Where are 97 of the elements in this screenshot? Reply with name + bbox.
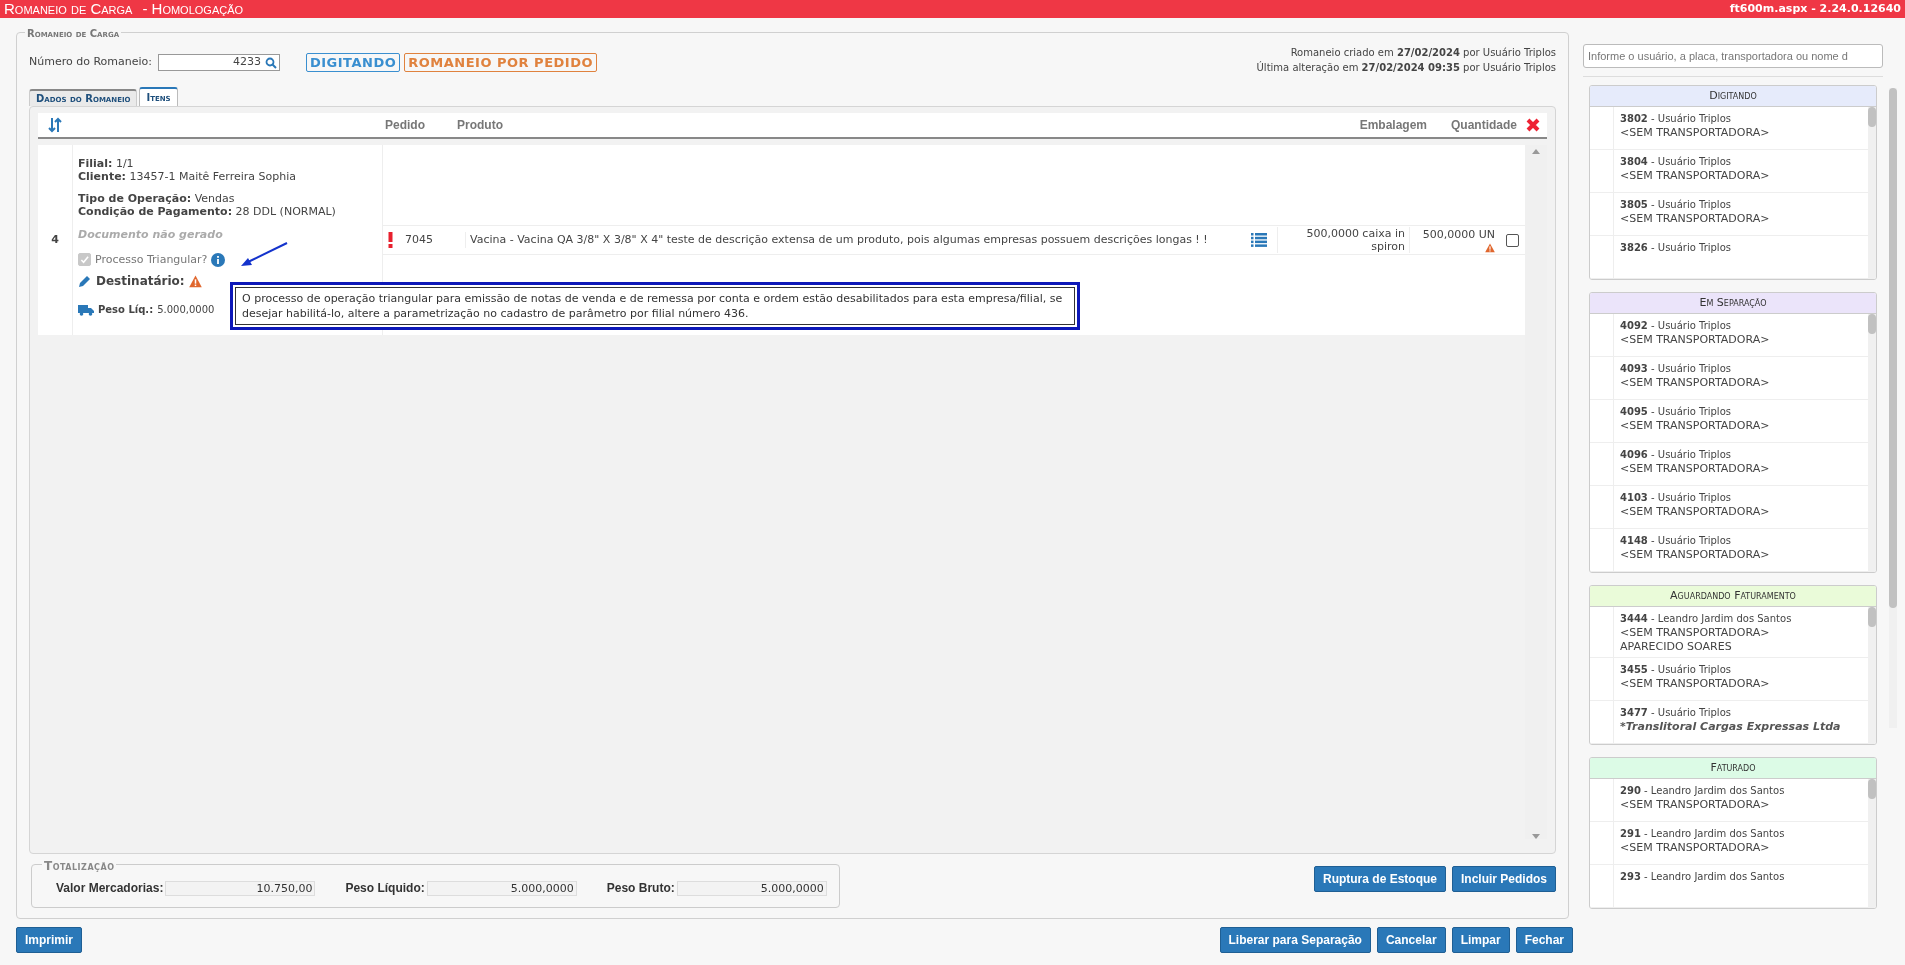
list-icon[interactable]: [1251, 233, 1267, 247]
packaging-cell: 500,0000 caixa in spiron: [1277, 227, 1409, 253]
scrollbar[interactable]: [1868, 314, 1876, 572]
item-title: 4092 - Usuário Triplos: [1620, 319, 1732, 333]
action-button[interactable]: Cancelar: [1376, 927, 1446, 953]
arrow-annotation: [240, 242, 288, 268]
tab[interactable]: Itens: [139, 87, 178, 106]
panel-header: Em Separação: [1590, 293, 1876, 314]
number-field[interactable]: 4233: [157, 54, 280, 71]
warning-icon: [188, 274, 202, 288]
weight-label: Peso Líq.:: [98, 303, 154, 317]
truck-icon: [78, 303, 94, 316]
delete-icon[interactable]: [1525, 117, 1541, 133]
item-line: <SEM TRANSPORTADORA>: [1620, 505, 1770, 519]
action-button[interactable]: Incluir Pedidos: [1452, 866, 1556, 892]
status-badge: ROMANEIO POR PEDIDO: [404, 53, 597, 72]
panel-header: Digitando: [1590, 86, 1876, 107]
item-title: 4096 - Usuário Triplos: [1620, 448, 1732, 462]
item-line: <SEM TRANSPORTADORA>: [1620, 126, 1770, 140]
column-header: Produto: [456, 117, 504, 134]
item-title: 3802 - Usuário Triplos: [1620, 112, 1732, 126]
scrollbar[interactable]: [1868, 607, 1876, 744]
window-title: Romaneio de Carga: [4, 0, 133, 19]
document-status: Documento não gerado: [78, 227, 224, 243]
detail-text: Condição de Pagamento: 28 DDL (NORMAL): [78, 205, 337, 218]
total-label: Valor Mercadorias:: [56, 880, 164, 897]
column-header: Pedido: [384, 117, 426, 134]
row-number: 4: [51, 231, 59, 248]
total-label: Peso Líquido:: [345, 880, 425, 897]
total-field: 10.750,00: [165, 880, 316, 896]
item-line: <SEM TRANSPORTADORA>: [1620, 333, 1770, 347]
field-label: Número do Romaneio:: [29, 54, 152, 71]
scrollbar[interactable]: [1868, 779, 1876, 908]
item-line: <SEM TRANSPORTADORA>: [1620, 548, 1770, 562]
action-button[interactable]: Ruptura de Estoque: [1313, 866, 1446, 892]
item-line: <SEM TRANSPORTADORA>: [1620, 212, 1770, 226]
audit-text: Romaneio criado em 27/02/2024 por Usuário Triplos: [1290, 46, 1556, 60]
recipient-label: Destinatário:: [96, 273, 185, 290]
panel-header: Faturado: [1590, 758, 1876, 779]
detail-text: Filial: 1/1: [78, 157, 135, 170]
item-title: 291 - Leandro Jardim dos Santos: [1620, 827, 1785, 841]
item-title: 3477 - Usuário Triplos: [1620, 706, 1732, 720]
total-label: Peso Bruto:: [606, 880, 675, 897]
column-header: Quantidade: [1450, 117, 1518, 134]
item-line: <SEM TRANSPORTADORA>: [1620, 376, 1770, 390]
item-title: 3805 - Usuário Triplos: [1620, 198, 1732, 212]
total-field: 5.000,0000: [426, 880, 577, 896]
weight-value: 5.000,0000: [157, 303, 215, 317]
column-header: Embalagem: [1358, 117, 1428, 134]
item-line: <SEM TRANSPORTADORA>: [1620, 798, 1771, 812]
scroll-down-icon[interactable]: [1532, 834, 1540, 839]
item-line: <SEM TRANSPORTADORA>: [1620, 419, 1770, 433]
order-cell-text: 7045: [404, 231, 434, 248]
item-line: <SEM TRANSPORTADORA>: [1620, 841, 1771, 855]
item-line: <SEM TRANSPORTADORA>: [1620, 626, 1771, 640]
scroll-up-icon[interactable]: [1532, 149, 1540, 154]
item-title: 3826 - Usuário Triplos: [1620, 241, 1731, 255]
item-line: <SEM TRANSPORTADORA>: [1620, 169, 1770, 183]
item-title: 293 - Leandro Jardim dos Santos: [1620, 870, 1785, 884]
tooltip: O processo de operação triangular para emissão de notas de venda e de remessa por conta e ordem estão desabilitados para esta empresa/filial, se desejar habilitá-lo, altere a parametrização no cadastro de parâmetro por filial número 436.: [230, 282, 1080, 330]
item-line: APARECIDO SOARES: [1620, 640, 1733, 654]
warning-icon: [1485, 243, 1495, 254]
panel-header: Aguardando Faturamento: [1590, 586, 1876, 607]
version-label: ft600m.aspx - 2.24.0.12640: [1729, 0, 1901, 17]
action-button[interactable]: Limpar: [1451, 927, 1510, 953]
sort-icon[interactable]: [48, 117, 62, 133]
detail-text: Tipo de Operação: Vendas: [78, 192, 236, 205]
detail-text: Cliente: 13457-1 Maitê Ferreira Sophia: [78, 170, 297, 183]
total-field: 5.000,0000: [676, 880, 827, 896]
quantity-cell-text: 500,0000 UN: [1422, 226, 1495, 243]
item-line: <SEM TRANSPORTADORA>: [1620, 677, 1770, 691]
environment-label: - Homologação: [142, 0, 244, 19]
item-title: 4095 - Usuário Triplos: [1620, 405, 1732, 419]
alert-icon: [387, 232, 393, 248]
search-field[interactable]: Informe o usuário, a placa, transportadora ou nome d: [1583, 44, 1883, 68]
action-button[interactable]: Fechar: [1515, 927, 1573, 953]
audit-text: Última alteração em 27/02/2024 09:35 por Usuário Triplos: [1256, 60, 1556, 75]
item-title: 3804 - Usuário Triplos: [1620, 155, 1732, 169]
scrollbar[interactable]: [1868, 107, 1876, 279]
item-title: 3444 - Leandro Jardim dos Santos: [1620, 612, 1792, 626]
action-button[interactable]: Imprimir: [16, 927, 82, 953]
item-line: *Translitoral Cargas Expressas Ltda: [1620, 720, 1841, 734]
checkbox-label: Processo Triangular?: [95, 251, 208, 268]
item-title: 4093 - Usuário Triplos: [1620, 362, 1732, 376]
search-icon[interactable]: [264, 56, 277, 69]
item-title: 3455 - Usuário Triplos: [1620, 663, 1732, 677]
info-icon[interactable]: [211, 252, 226, 267]
tab[interactable]: Dados do Romaneio: [29, 89, 138, 106]
item-title: 4103 - Usuário Triplos: [1620, 491, 1732, 505]
pencil-icon[interactable]: [78, 274, 92, 288]
item-line: <SEM TRANSPORTADORA>: [1620, 462, 1770, 476]
status-badge: DIGITANDO: [305, 53, 401, 72]
scrollbar[interactable]: [1889, 88, 1897, 728]
item-title: 290 - Leandro Jardim dos Santos: [1620, 784, 1785, 798]
checkbox[interactable]: [1505, 233, 1519, 247]
action-button[interactable]: Liberar para Separação: [1219, 927, 1371, 953]
item-title: 4148 - Usuário Triplos: [1620, 534, 1732, 548]
